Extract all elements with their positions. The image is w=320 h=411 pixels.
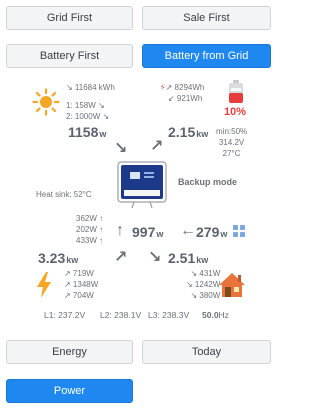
solar-pv2: 2: 1000W ↘ xyxy=(66,112,110,121)
heat-sink-temperature: Heat sink: 52°C xyxy=(36,190,92,199)
power-button[interactable]: Power xyxy=(6,379,133,403)
battery-icon xyxy=(228,80,244,104)
battery-details: min:50% 314.2V 27°C xyxy=(216,126,247,159)
generator-phase-2: ↗ 1348W xyxy=(64,280,99,289)
load-phase-2: 202W ↑ xyxy=(76,225,104,234)
battery-energy-list: ⚡↗ 8294Wh ↙ 921Wh xyxy=(160,82,204,104)
battery-flow-arrow: ↗ xyxy=(150,138,164,155)
battery-min-soc: min:50% xyxy=(216,127,248,136)
energy-button[interactable]: Energy xyxy=(6,340,133,364)
load-phase-list: 362W ↑ 202W ↑ 433W ↑ xyxy=(76,213,103,246)
load-phase-3: 433W ↑ xyxy=(76,236,104,245)
battery-voltage: 314.2V xyxy=(218,138,245,147)
grid-ct-power: 279w xyxy=(196,224,228,240)
app-root: Grid First Sale First Battery First Batt… xyxy=(0,0,279,411)
generator-power: 3.23kw xyxy=(38,250,79,266)
battery-soc: 10% xyxy=(224,106,247,118)
inverter-mode: Backup mode xyxy=(178,177,238,187)
sale-first-button[interactable]: Sale First xyxy=(142,6,271,30)
home-phase-list: ↘ 431W ↘ 1242W ↘ 380W xyxy=(186,268,220,301)
battery-temperature: 27°C xyxy=(222,149,241,158)
grid-l2-voltage: L2: 238.1V xyxy=(100,310,142,320)
solar-pv-list: 1: 158W ↘ 2: 1000W ↘ xyxy=(66,100,109,122)
battery-power: 2.15kw xyxy=(168,124,209,140)
generator-flow-arrow: ↗ xyxy=(114,249,128,266)
house-icon xyxy=(218,272,246,298)
load-flow-arrow: ↑ xyxy=(116,222,124,239)
home-phase-3: ↘ 380W xyxy=(190,291,221,300)
load-power: 997w xyxy=(132,224,164,240)
home-phase-1: ↘ 431W xyxy=(190,269,221,278)
battery-first-button[interactable]: Battery First xyxy=(6,44,133,68)
solar-pv1: 1: 158W ↘ xyxy=(66,101,105,110)
battery-discharge-energy: ↙ 921Wh xyxy=(168,94,203,103)
generator-phase-list: ↗ 719W ↗ 1348W ↗ 704W xyxy=(64,268,98,301)
grid-frequency: 50.0Hz xyxy=(202,310,229,320)
solar-flow-arrow: ↘ xyxy=(114,140,128,157)
sun-icon xyxy=(32,88,60,116)
generator-phase-1: ↗ 719W xyxy=(64,269,94,278)
battery-charge-energy: ⚡↗ 8294Wh xyxy=(160,83,205,92)
load-phase-1: 362W ↑ xyxy=(76,214,104,223)
grid-ct-flow-arrow: ← xyxy=(180,222,196,239)
ct-grid-icon xyxy=(232,224,246,238)
solar-total-energy: ↘ 11684 kWh xyxy=(66,83,115,92)
battery-from-grid-button[interactable]: Battery from Grid xyxy=(142,44,271,68)
lightning-bolt-icon xyxy=(36,272,52,298)
grid-l1-voltage: L1: 237.2V xyxy=(44,310,86,320)
generator-phase-3: ↗ 704W xyxy=(64,291,94,300)
home-flow-arrow: ↘ xyxy=(148,249,162,266)
today-button[interactable]: Today xyxy=(142,340,271,364)
home-power: 2.51kw xyxy=(168,250,209,266)
grid-l3-voltage: L3: 238.3V xyxy=(148,310,190,320)
inverter-icon xyxy=(114,160,170,210)
solar-power: 1158w xyxy=(68,124,107,140)
grid-first-button[interactable]: Grid First xyxy=(6,6,133,30)
home-phase-2: ↘ 1242W xyxy=(186,280,221,289)
